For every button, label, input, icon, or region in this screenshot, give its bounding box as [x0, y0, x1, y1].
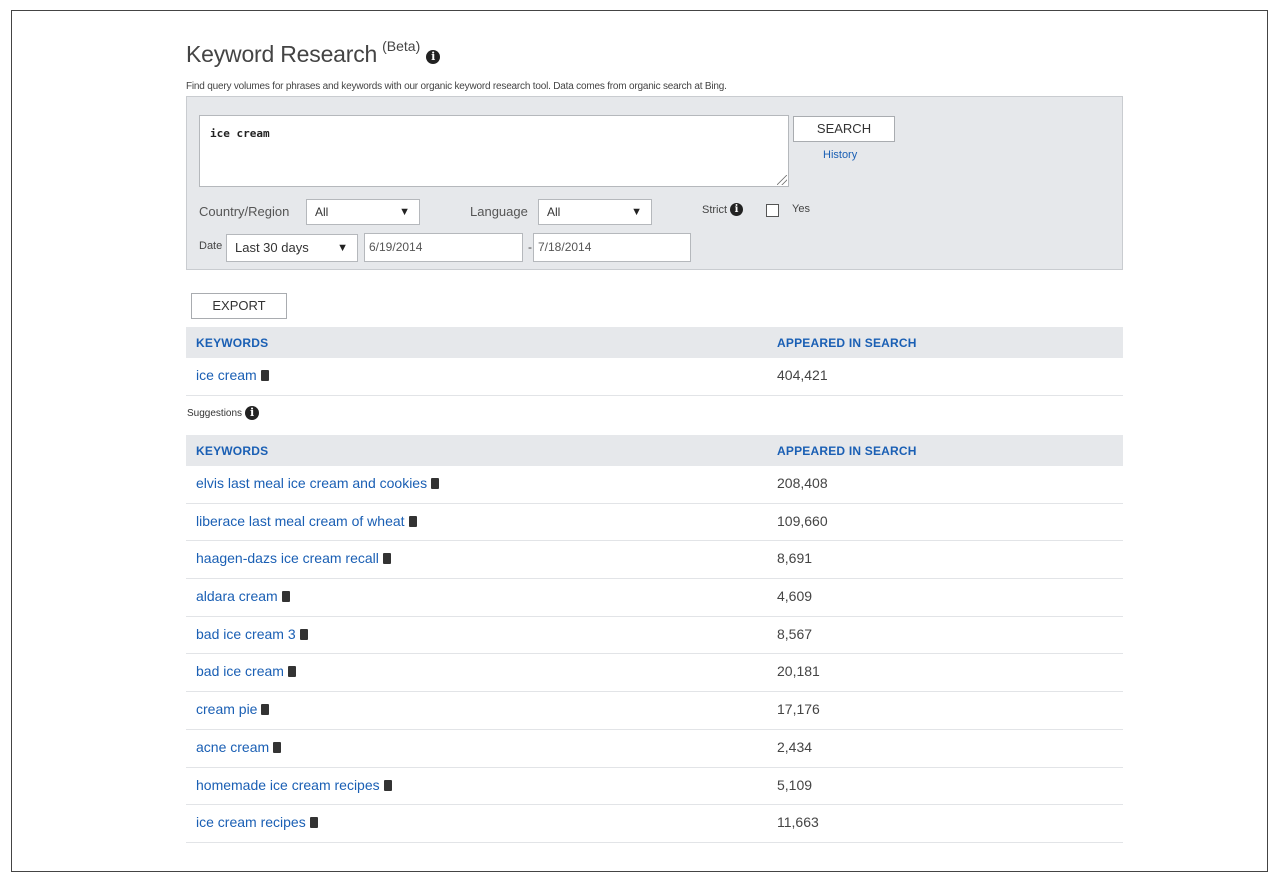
details-icon[interactable]: [260, 370, 269, 381]
keyword-link[interactable]: ice cream recipes: [196, 814, 318, 830]
language-select[interactable]: All ▼: [538, 199, 652, 225]
table-row: bad ice cream 3 8,567: [186, 617, 1123, 655]
table-row: ice cream 404,421: [186, 358, 1123, 396]
table-row: liberace last meal cream of wheat 109,66…: [186, 504, 1123, 542]
details-icon[interactable]: [287, 666, 296, 678]
keyword-link[interactable]: ice cream: [196, 367, 269, 383]
country-select[interactable]: All ▼: [306, 199, 420, 225]
keyword-link[interactable]: bad ice cream: [196, 663, 296, 679]
appeared-column-header[interactable]: APPEARED IN SEARCH: [777, 444, 917, 458]
table-row: acne cream 2,434: [186, 730, 1123, 768]
search-count: 5,109: [777, 776, 813, 793]
search-count: 17,176: [777, 701, 820, 718]
language-select-value: All: [547, 205, 561, 219]
search-count: 4,609: [777, 588, 813, 605]
keywords-column-header[interactable]: KEYWORDS: [196, 444, 268, 458]
table-row: ice cream recipes 11,663: [186, 805, 1123, 843]
search-count: 8,567: [777, 625, 813, 642]
date-range-select[interactable]: Last 30 days ▼: [226, 234, 358, 262]
details-icon[interactable]: [431, 478, 440, 489]
suggestions-info-icon[interactable]: i: [245, 406, 260, 420]
keyword-text: cream pie: [196, 701, 258, 718]
keyword-text: acne cream: [196, 738, 270, 755]
strict-yes-label: Yes: [792, 203, 810, 215]
keyword-text: ice cream recipes: [196, 814, 306, 831]
search-count: 2,434: [777, 738, 813, 755]
strict-checkbox[interactable]: [766, 204, 779, 217]
search-count: 8,691: [777, 550, 813, 567]
table-header: KEYWORDS APPEARED IN SEARCH: [186, 435, 1123, 466]
search-count: 208,408: [777, 475, 828, 491]
suggestions-label: Suggestions i: [187, 406, 260, 420]
appeared-column-header[interactable]: APPEARED IN SEARCH: [777, 336, 917, 350]
date-label: Date: [199, 240, 223, 252]
keyword-text: ice cream: [196, 367, 257, 383]
details-icon[interactable]: [408, 515, 417, 527]
keyword-text: bad ice cream 3: [196, 625, 296, 642]
keyword-results-table: KEYWORDS APPEARED IN SEARCH ice cream 40…: [186, 327, 1123, 396]
keyword-text: haagen-dazs ice cream recall: [196, 550, 379, 567]
keyword-link[interactable]: haagen-dazs ice cream recall: [196, 550, 391, 566]
details-icon[interactable]: [299, 628, 308, 640]
details-icon[interactable]: [273, 741, 282, 753]
table-row: elvis last meal ice cream and cookies 20…: [186, 466, 1123, 504]
keyword-text: elvis last meal ice cream and cookies: [196, 475, 428, 491]
date-to-input[interactable]: 7/18/2014: [533, 233, 691, 262]
page-description: Find query volumes for phrases and keywo…: [186, 81, 727, 92]
suggestions-table: KEYWORDS APPEARED IN SEARCH elvis last m…: [186, 435, 1123, 843]
suggestions-label-text: Suggestions: [187, 407, 243, 419]
language-label: Language: [470, 204, 528, 219]
details-icon[interactable]: [261, 704, 270, 716]
table-row: aldara cream 4,609: [186, 579, 1123, 617]
beta-label: (Beta): [382, 38, 421, 54]
dropdown-arrow-icon: ▼: [399, 206, 410, 218]
details-icon[interactable]: [309, 817, 318, 829]
dropdown-arrow-icon: ▼: [337, 242, 348, 254]
table-row: bad ice cream 20,181: [186, 654, 1123, 693]
keyword-link[interactable]: acne cream: [196, 738, 282, 755]
keyword-link[interactable]: elvis last meal ice cream and cookies: [196, 475, 440, 491]
keyword-link[interactable]: bad ice cream 3: [196, 626, 308, 642]
keyword-link[interactable]: homemade ice cream recipes: [196, 777, 392, 793]
search-panel: ice cream SEARCH History Country/Region …: [186, 96, 1123, 270]
date-range-value: Last 30 days: [235, 240, 309, 255]
keyword-text: bad ice cream: [196, 663, 284, 680]
search-count: 20,181: [777, 663, 820, 680]
keyword-text: aldara cream: [196, 588, 278, 605]
info-icon[interactable]: i: [426, 50, 441, 64]
details-icon[interactable]: [382, 553, 391, 565]
details-icon[interactable]: [281, 591, 290, 603]
history-link[interactable]: History: [823, 149, 857, 161]
date-separator: -: [528, 240, 532, 254]
strict-label-text: Strict: [702, 203, 728, 216]
strict-label: Strict i: [702, 203, 744, 216]
search-count: 109,660: [777, 512, 828, 529]
textarea-resize-handle[interactable]: [777, 175, 787, 185]
table-row: homemade ice cream recipes 5,109: [186, 768, 1123, 806]
keyword-link[interactable]: cream pie: [196, 701, 270, 718]
keyword-text: liberace last meal cream of wheat: [196, 512, 405, 529]
search-button[interactable]: SEARCH: [793, 116, 895, 142]
search-count: 11,663: [777, 814, 819, 831]
date-from-input[interactable]: 6/19/2014: [364, 233, 523, 262]
keywords-column-header[interactable]: KEYWORDS: [196, 336, 268, 350]
page-title: Keyword Research: [186, 41, 378, 67]
search-count: 404,421: [777, 367, 828, 383]
keyword-link[interactable]: aldara cream: [196, 588, 290, 604]
table-header: KEYWORDS APPEARED IN SEARCH: [186, 327, 1123, 358]
keyword-query-input[interactable]: ice cream: [199, 115, 789, 187]
table-row: haagen-dazs ice cream recall 8,691: [186, 541, 1123, 580]
strict-info-icon[interactable]: i: [730, 203, 744, 216]
keyword-text: homemade ice cream recipes: [196, 776, 380, 793]
country-label: Country/Region: [199, 204, 290, 219]
details-icon[interactable]: [383, 779, 392, 791]
country-select-value: All: [315, 205, 329, 219]
screenshot-frame: Keyword Research (Beta) i Find query vol…: [11, 10, 1268, 872]
table-row: cream pie 17,176: [186, 692, 1123, 730]
page-title-row: Keyword Research (Beta) i: [186, 38, 441, 75]
keyword-link[interactable]: liberace last meal cream of wheat: [196, 513, 417, 529]
dropdown-arrow-icon: ▼: [631, 206, 642, 218]
export-button[interactable]: EXPORT: [191, 293, 287, 319]
